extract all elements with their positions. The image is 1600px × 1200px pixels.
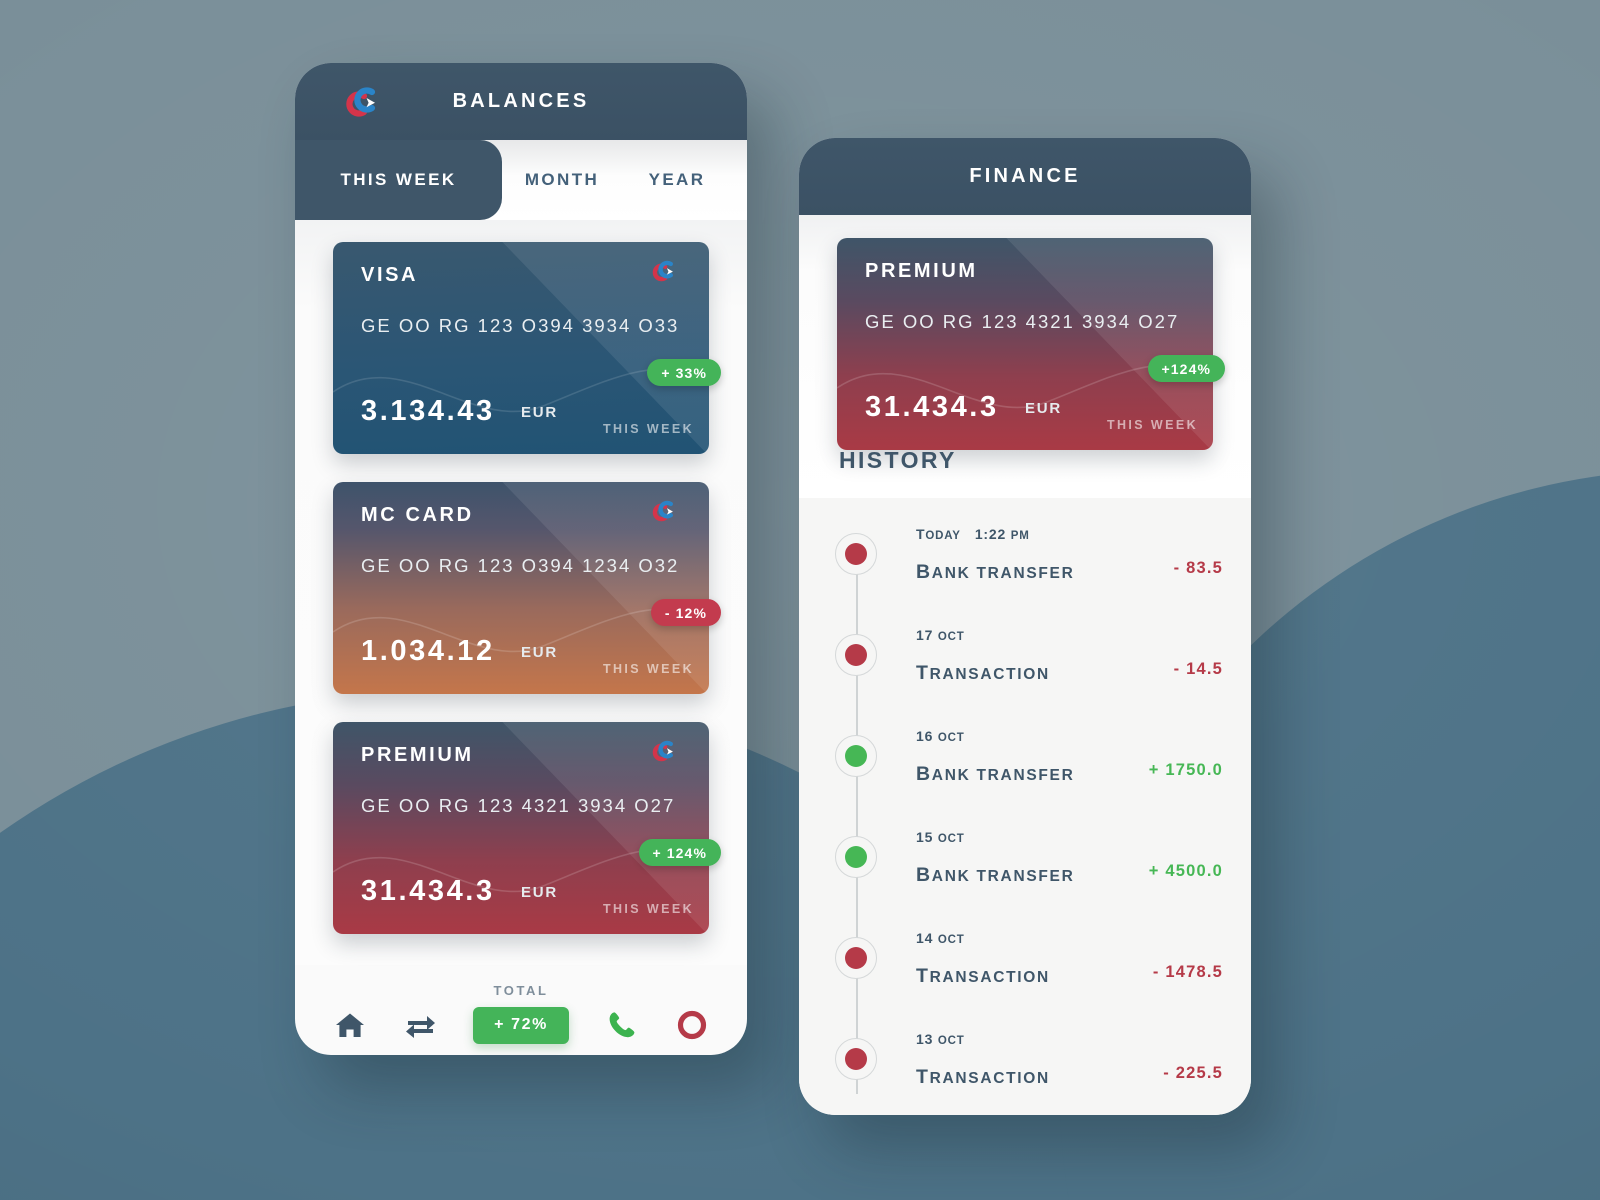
home-icon[interactable]: [333, 1008, 367, 1042]
transaction-history-list: TODAY 1:22 PM BANK TRANSFER - 83.5 17 OC…: [799, 498, 1251, 1115]
card-wave-graphic: [333, 334, 709, 454]
transaction-label: TRANSACTION: [916, 662, 1050, 684]
card-brand-label: MC CARD: [361, 504, 474, 526]
payment-card-premium[interactable]: PREMIUM GE OO RG 123 4321 3934 O27 31.43…: [837, 238, 1225, 450]
screenshot-canvas: BALANCES THIS WEEK MONTH YEAR VISA GE OO…: [0, 0, 1600, 1200]
card-currency: EUR: [521, 644, 559, 661]
card-iban: GE OO RG 123 O394 3934 O33: [361, 315, 680, 336]
card-balance: 1.034.12: [361, 635, 495, 667]
total-percentage-button[interactable]: + 72%: [473, 1006, 569, 1044]
transaction-label: TRANSACTION: [916, 1066, 1050, 1088]
transaction-date: 14 OCT: [916, 930, 965, 946]
payment-card-premium[interactable]: PREMIUM GE OO RG 123 4321 3934 O27 31.43…: [333, 722, 721, 934]
list-item[interactable]: 13 OCT TRANSACTION - 225.5: [799, 1015, 1251, 1115]
phone-icon[interactable]: [605, 1008, 639, 1042]
card-brand-logo-icon: [649, 498, 687, 524]
tab-this-week[interactable]: THIS WEEK: [295, 140, 502, 220]
list-item[interactable]: 17 OCT TRANSACTION - 14.5: [799, 611, 1251, 712]
transaction-date: 15 OCT: [916, 829, 965, 845]
card-trend-badge: + 124%: [638, 839, 721, 866]
card-currency: EUR: [521, 404, 559, 421]
tab-month[interactable]: MONTH: [502, 140, 622, 220]
timeline-dot-negative-icon: [835, 937, 877, 979]
transaction-amount: - 83.5: [1173, 559, 1223, 577]
page-title: FINANCE: [969, 165, 1081, 187]
transaction-text: 17 OCT TRANSACTION: [916, 627, 1050, 685]
card-iban: GE OO RG 123 O394 1234 O32: [361, 555, 680, 576]
card-balance: 3.134.43: [361, 395, 495, 427]
transaction-amount: - 225.5: [1163, 1064, 1223, 1082]
transaction-date: TODAY 1:22 PM: [916, 526, 1030, 542]
card-trend-badge: - 12%: [650, 599, 721, 626]
transaction-text: 13 OCT TRANSACTION: [916, 1031, 1050, 1089]
page-title: BALANCES: [452, 90, 590, 112]
timeline-dot-negative-icon: [835, 1038, 877, 1080]
timeline-dot-positive-icon: [835, 836, 877, 878]
transaction-label: BANK TRANSFER: [916, 561, 1075, 583]
transaction-date: 17 OCT: [916, 627, 965, 643]
card-wave-graphic: [333, 574, 709, 694]
timeline-dot-positive-icon: [835, 735, 877, 777]
card-trend-badge: + 33%: [647, 359, 721, 386]
transaction-label: BANK TRANSFER: [916, 864, 1075, 886]
card-brand-logo-icon: [649, 738, 687, 764]
transaction-date: 16 OCT: [916, 728, 965, 744]
transaction-amount: + 1750.0: [1148, 761, 1223, 779]
transaction-label: BANK TRANSFER: [916, 763, 1075, 785]
period-tabs: THIS WEEK MONTH YEAR: [295, 140, 747, 220]
card-wave-graphic: [333, 814, 709, 934]
card-brand-label: PREMIUM: [865, 260, 978, 282]
history-heading: HISTORY: [839, 447, 957, 473]
transaction-text: 14 OCT TRANSACTION: [916, 930, 1050, 988]
tab-year[interactable]: YEAR: [622, 140, 732, 220]
card-list: VISA GE OO RG 123 O394 3934 O33 3.134.43…: [295, 220, 747, 965]
card-period-label: THIS WEEK: [602, 422, 694, 436]
transfer-arrows-icon[interactable]: [403, 1008, 437, 1042]
card-period-label: THIS WEEK: [602, 662, 694, 676]
card-period-label: THIS WEEK: [1106, 418, 1198, 432]
finance-card-section: PREMIUM GE OO RG 123 4321 3934 O27 31.43…: [799, 215, 1251, 498]
transaction-text: TODAY 1:22 PM BANK TRANSFER: [916, 526, 1074, 584]
transaction-amount: - 14.5: [1173, 660, 1223, 678]
total-label: TOTAL: [493, 983, 549, 998]
list-item[interactable]: 15 OCT BANK TRANSFER + 4500.0: [799, 813, 1251, 914]
transaction-date: 13 OCT: [916, 1031, 965, 1047]
card-currency: EUR: [1025, 400, 1063, 417]
card-brand-label: VISA: [361, 264, 419, 286]
bottom-navigation-bar: + 72%: [295, 1003, 747, 1055]
finance-appbar: FINANCE: [799, 138, 1251, 215]
card-wave-graphic: [837, 330, 1213, 450]
transaction-text: 15 OCT BANK TRANSFER: [916, 829, 1074, 887]
record-circle-icon[interactable]: [675, 1008, 709, 1042]
phone-balances: BALANCES THIS WEEK MONTH YEAR VISA GE OO…: [295, 63, 747, 1055]
card-currency: EUR: [521, 884, 559, 901]
payment-card-mc[interactable]: MC CARD GE OO RG 123 O394 1234 O32 1.034…: [333, 482, 721, 694]
list-item[interactable]: 16 OCT BANK TRANSFER + 1750.0: [799, 712, 1251, 813]
card-brand-label: PREMIUM: [361, 744, 474, 766]
card-iban: GE OO RG 123 4321 3934 O27: [865, 311, 1180, 332]
transaction-text: 16 OCT BANK TRANSFER: [916, 728, 1074, 786]
phone-finance: FINANCE PREMIUM GE OO RG 123 4321 3934 O…: [799, 138, 1251, 1115]
balances-appbar: BALANCES: [295, 63, 747, 140]
transaction-amount: + 4500.0: [1148, 862, 1223, 880]
transaction-amount: - 1478.5: [1152, 963, 1223, 981]
card-period-label: THIS WEEK: [602, 902, 694, 916]
card-balance: 31.434.3: [865, 391, 999, 423]
payment-card-visa[interactable]: VISA GE OO RG 123 O394 3934 O33 3.134.43…: [333, 242, 721, 454]
card-brand-logo-icon: [649, 258, 687, 284]
card-iban: GE OO RG 123 4321 3934 O27: [361, 795, 676, 816]
timeline-dot-negative-icon: [835, 634, 877, 676]
card-balance: 31.434.3: [361, 875, 495, 907]
list-item[interactable]: TODAY 1:22 PM BANK TRANSFER - 83.5: [799, 510, 1251, 611]
timeline-dot-negative-icon: [835, 533, 877, 575]
transaction-label: TRANSACTION: [916, 965, 1050, 987]
list-item[interactable]: 14 OCT TRANSACTION - 1478.5: [799, 914, 1251, 1015]
card-trend-badge: +124%: [1147, 355, 1225, 382]
